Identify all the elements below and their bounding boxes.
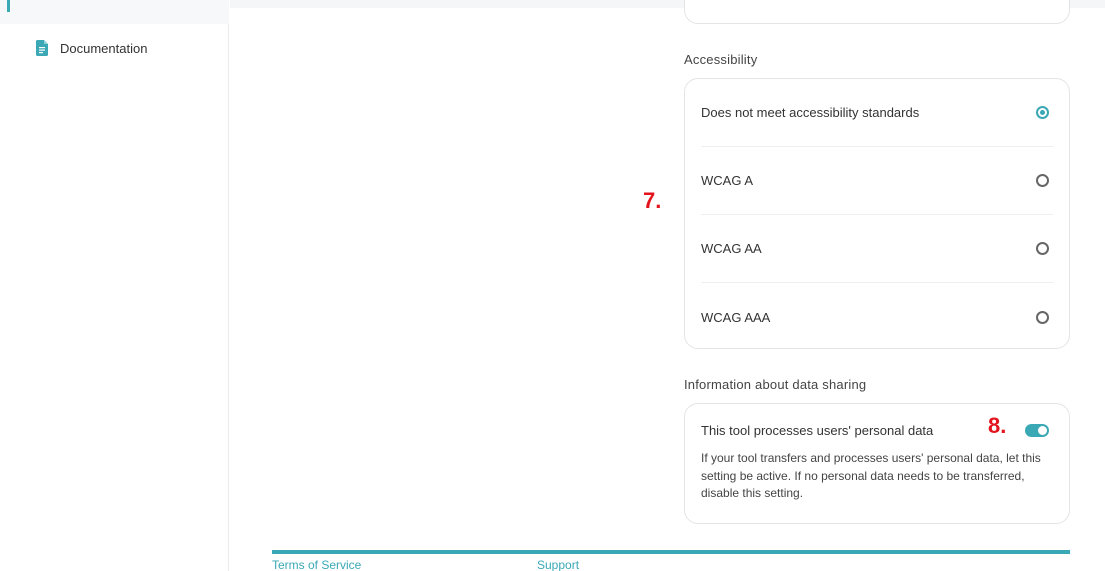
accessibility-option-none[interactable]: Does not meet accessibility standards	[701, 79, 1053, 147]
annotation-step-8: 8.	[988, 413, 1007, 438]
sidebar-active-item[interactable]	[0, 0, 229, 24]
footer-divider	[272, 550, 1070, 554]
radio-unselected[interactable]	[1036, 242, 1049, 255]
footer-link-terms[interactable]: Terms of Service	[272, 558, 361, 571]
option-label: WCAG A	[701, 173, 754, 188]
option-label: WCAG AAA	[701, 309, 771, 325]
accessibility-option-wcag-aa[interactable]: WCAG AA	[701, 215, 1053, 283]
sidebar: Documentation	[0, 0, 229, 571]
personal-data-toggle[interactable]	[1025, 424, 1049, 437]
sidebar-item-label: Documentation	[60, 40, 148, 56]
radio-selected[interactable]	[1036, 106, 1049, 119]
accessibility-option-wcag-a[interactable]: WCAG A	[701, 147, 1053, 215]
annotation-step-7: 7.	[643, 188, 662, 213]
previous-card	[684, 0, 1070, 24]
accessibility-option-wcag-aaa[interactable]: WCAG AAA	[701, 283, 1053, 351]
document-icon	[36, 40, 48, 56]
option-label: WCAG AA	[701, 241, 762, 256]
data-sharing-card: This tool processes users' personal data…	[684, 403, 1070, 524]
footer-link-support[interactable]: Support	[537, 558, 579, 571]
accessibility-section-label: Accessibility	[684, 52, 758, 67]
sidebar-item-documentation[interactable]: Documentation	[36, 38, 147, 58]
accessibility-card: Does not meet accessibility standards WC…	[684, 78, 1070, 349]
radio-unselected[interactable]	[1036, 174, 1049, 187]
active-indicator	[7, 0, 10, 12]
radio-unselected[interactable]	[1036, 310, 1049, 324]
personal-data-description: If your tool transfers and processes use…	[701, 451, 1041, 500]
option-label: Does not meet accessibility standards	[701, 105, 920, 120]
personal-data-setting-title: This tool processes users' personal data	[701, 423, 934, 438]
data-sharing-section-label: Information about data sharing	[684, 377, 867, 392]
page: Documentation Accessibility Does not mee…	[0, 0, 1105, 571]
